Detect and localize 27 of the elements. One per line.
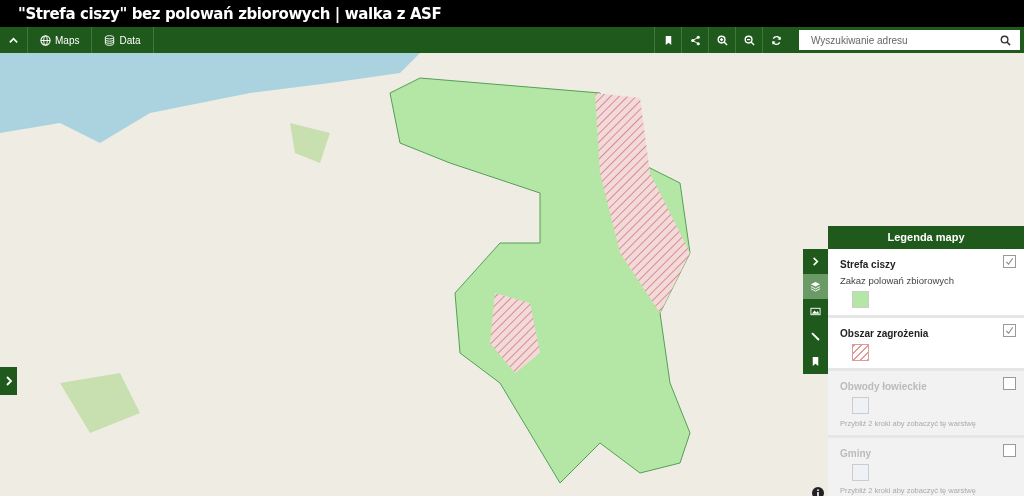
check-icon: [1004, 325, 1015, 336]
globe-icon: [40, 34, 51, 46]
chevron-right-icon: [3, 376, 14, 386]
search-field[interactable]: Wyszukiwanie adresu: [799, 30, 1020, 50]
expand-panel-button[interactable]: [0, 367, 17, 395]
ruler-icon: [810, 331, 821, 342]
check-icon: [1004, 256, 1015, 267]
zoom-in-icon: [716, 34, 728, 46]
info-icon[interactable]: [812, 487, 824, 496]
layer-checkbox[interactable]: [1003, 255, 1016, 268]
page-title: "Strefa ciszy" bez polowań zbiorowych | walka z ASF: [18, 4, 442, 23]
zoom-out-icon: [743, 34, 755, 46]
layers-icon: [810, 281, 821, 292]
layer-title: Strefa ciszy: [840, 259, 896, 270]
map-image-icon: [810, 306, 821, 317]
search-icon: [1000, 35, 1011, 46]
layer-description: Zakaz polowań zbiorowych: [840, 275, 956, 286]
layer-title: Obszar zagrożenia: [840, 328, 929, 339]
layer-checkbox[interactable]: [1003, 324, 1016, 337]
database-icon: [104, 34, 116, 46]
legend-title: Legenda mapy: [828, 226, 1024, 249]
chevron-right-icon: [810, 256, 821, 267]
chevron-up-icon: [8, 34, 19, 46]
share-icon: [689, 34, 701, 46]
forest-area: [290, 123, 330, 163]
bookmark-icon: [810, 356, 821, 367]
refresh-icon: [770, 34, 782, 46]
